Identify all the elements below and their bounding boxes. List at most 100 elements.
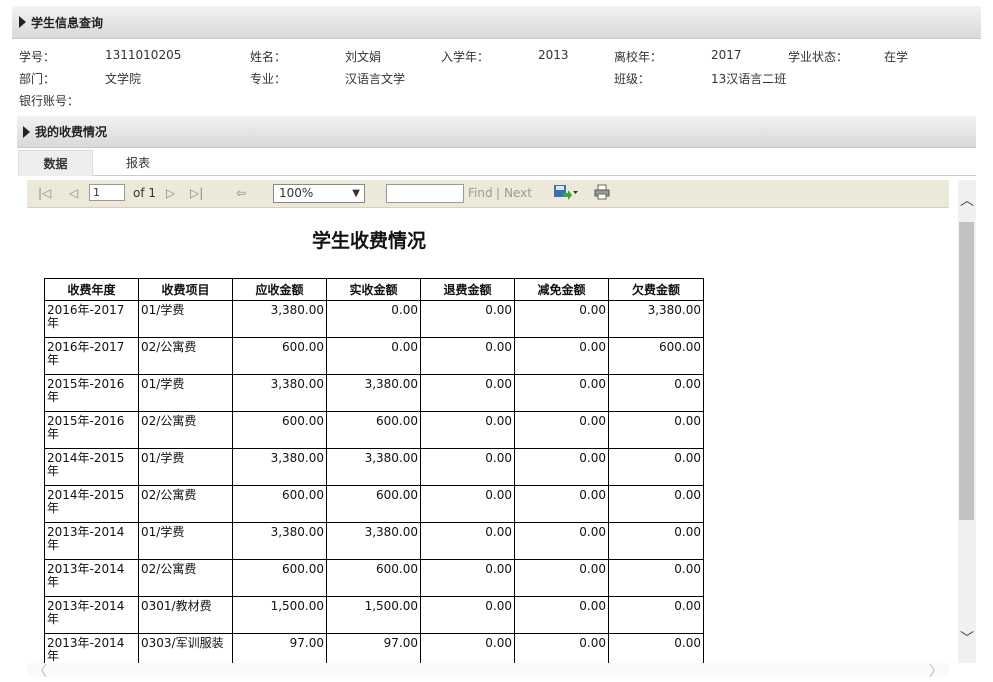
table-cell: 01/学费 — [138, 374, 233, 412]
dept-value: 文学院 — [105, 72, 142, 86]
next-link[interactable]: Next — [504, 184, 532, 202]
scroll-down-icon[interactable]: ﹀ — [958, 628, 976, 648]
column-header: 欠费金额 — [608, 278, 704, 301]
class-label: 班级： — [614, 72, 651, 86]
next-page-icon[interactable]: ▷ — [166, 184, 175, 202]
table-row: 2015年-2016年 01/学费 3,380.00 3,380.00 0.00 0.00… — [44, 374, 704, 412]
table-cell: 600.00 — [232, 559, 327, 597]
table-cell: 0.00 — [608, 559, 704, 597]
table-cell: 600.00 — [232, 485, 327, 523]
find-link[interactable]: Find — [468, 184, 493, 202]
page-number-input[interactable]: 1 — [89, 184, 125, 201]
student-id-label: 学号： — [19, 50, 56, 64]
scrollbar-thumb[interactable] — [959, 222, 974, 520]
table-cell: 02/公寓费 — [138, 411, 233, 449]
print-icon[interactable] — [594, 184, 610, 203]
enroll-year-label: 入学年： — [441, 50, 490, 64]
table-cell: 0.00 — [420, 596, 515, 634]
table-cell: 0.00 — [514, 633, 609, 663]
table-cell: 0.00 — [514, 411, 609, 449]
zoom-select[interactable]: 100% ▼ — [273, 184, 365, 203]
table-cell: 2014年-2015年 — [44, 448, 139, 486]
report-toolbar: |◁ ◁ 1 of 1 ▷ ▷| ⇦ 100% ▼ Find | Next — [27, 180, 949, 208]
table-header-row: 收费年度 收费项目 应收金额 实收金额 退费金额 减免金额 欠费金额 — [44, 278, 704, 301]
column-header: 实收金额 — [326, 278, 421, 301]
column-header: 收费年度 — [44, 278, 139, 301]
table-cell: 3,380.00 — [608, 300, 704, 338]
table-cell: 0.00 — [514, 522, 609, 560]
fees-table: 收费年度 收费项目 应收金额 实收金额 退费金额 减免金额 欠费金额 2016年… — [44, 278, 704, 663]
column-header: 应收金额 — [232, 278, 327, 301]
chevron-down-icon: ▼ — [352, 188, 360, 199]
table-cell: 2013年-2014年 — [44, 559, 139, 597]
table-cell: 600.00 — [608, 337, 704, 375]
table-cell: 0.00 — [608, 411, 704, 449]
table-cell: 2013年-2014年 — [44, 596, 139, 634]
table-cell: 0.00 — [514, 300, 609, 338]
table-cell: 1,500.00 — [326, 596, 421, 634]
table-cell: 0.00 — [608, 596, 704, 634]
table-cell: 0.00 — [420, 522, 515, 560]
tab-report[interactable]: 报表 — [110, 150, 166, 176]
student-id-value: 1311010205 — [105, 48, 182, 62]
table-row: 2016年-2017年 02/公寓费 600.00 0.00 0.00 0.00 600.0… — [44, 337, 704, 375]
table-cell: 600.00 — [326, 485, 421, 523]
scroll-up-icon[interactable]: ︿ — [958, 190, 976, 210]
table-row: 2015年-2016年 02/公寓费 600.00 600.00 0.00 0.00 0.0… — [44, 411, 704, 449]
table-cell: 0.00 — [420, 559, 515, 597]
column-header: 退费金额 — [420, 278, 515, 301]
table-cell: 600.00 — [326, 559, 421, 597]
fees-section-title: 我的收费情况 — [35, 125, 108, 139]
report-viewport[interactable]: 学生收费情况 收费年度 收费项目 应收金额 实收金额 退费金额 减免金额 欠费金… — [27, 208, 949, 663]
tab-data[interactable]: 数据 — [18, 150, 93, 176]
scroll-right-icon[interactable]: 〉 — [929, 661, 943, 681]
table-cell: 0.00 — [608, 374, 704, 412]
zoom-value: 100% — [279, 186, 314, 200]
table-cell: 2016年-2017年 — [44, 300, 139, 338]
first-page-icon[interactable]: |◁ — [38, 184, 51, 202]
table-cell: 3,380.00 — [232, 522, 327, 560]
table-cell: 01/学费 — [138, 448, 233, 486]
leave-year-value: 2017 — [711, 48, 742, 62]
collapse-triangle-icon[interactable] — [23, 125, 30, 138]
table-row: 2013年-2014年 0301/教材费 1,500.00 1,500.00 0.00 0… — [44, 596, 704, 634]
table-row: 2013年-2014年 01/学费 3,380.00 3,380.00 0.00 0.00… — [44, 522, 704, 560]
table-cell: 3,380.00 — [232, 300, 327, 338]
column-header: 收费项目 — [138, 278, 233, 301]
table-cell: 97.00 — [232, 633, 327, 663]
table-cell: 0.00 — [514, 485, 609, 523]
name-value: 刘文娟 — [345, 50, 382, 64]
collapse-triangle-icon[interactable] — [19, 16, 26, 28]
table-cell: 2013年-2014年 — [44, 522, 139, 560]
table-cell: 97.00 — [326, 633, 421, 663]
vertical-scrollbar[interactable]: ︿ ﹀ — [958, 180, 976, 663]
table-cell: 0.00 — [326, 337, 421, 375]
prev-page-icon[interactable]: ◁ — [69, 184, 78, 202]
back-icon[interactable]: ⇦ — [236, 184, 246, 202]
table-cell: 600.00 — [232, 337, 327, 375]
table-row: 2016年-2017年 01/学费 3,380.00 0.00 0.00 0.00 3,38… — [44, 300, 704, 338]
table-cell: 01/学费 — [138, 300, 233, 338]
table-cell: 0.00 — [326, 300, 421, 338]
table-row: 2014年-2015年 02/公寓费 600.00 600.00 0.00 0.00 0.0… — [44, 485, 704, 523]
table-cell: 3,380.00 — [326, 374, 421, 412]
table-cell: 3,380.00 — [326, 448, 421, 486]
table-cell: 01/学费 — [138, 522, 233, 560]
table-cell: 2015年-2016年 — [44, 411, 139, 449]
horizontal-scrollbar[interactable]: 〈 〉 — [27, 663, 949, 680]
last-page-icon[interactable]: ▷| — [190, 184, 203, 202]
page-header: 学生信息查询 — [12, 6, 981, 39]
table-cell: 0.00 — [514, 448, 609, 486]
save-icon[interactable] — [553, 183, 579, 204]
table-row: 2013年-2014年 0303/军训服装 97.00 97.00 0.00 0.00 0.… — [44, 633, 704, 663]
table-cell: 0.00 — [608, 448, 704, 486]
table-row: 2013年-2014年 02/公寓费 600.00 600.00 0.00 0.00 0.0… — [44, 559, 704, 597]
find-input[interactable] — [386, 184, 464, 203]
class-value: 13汉语言二班 — [711, 72, 787, 86]
table-cell: 0303/军训服装 — [138, 633, 233, 663]
scroll-left-icon[interactable]: 〈 — [33, 661, 47, 681]
table-cell: 0.00 — [420, 448, 515, 486]
table-cell: 0.00 — [514, 596, 609, 634]
table-cell: 0.00 — [608, 633, 704, 663]
name-label: 姓名： — [250, 50, 287, 64]
